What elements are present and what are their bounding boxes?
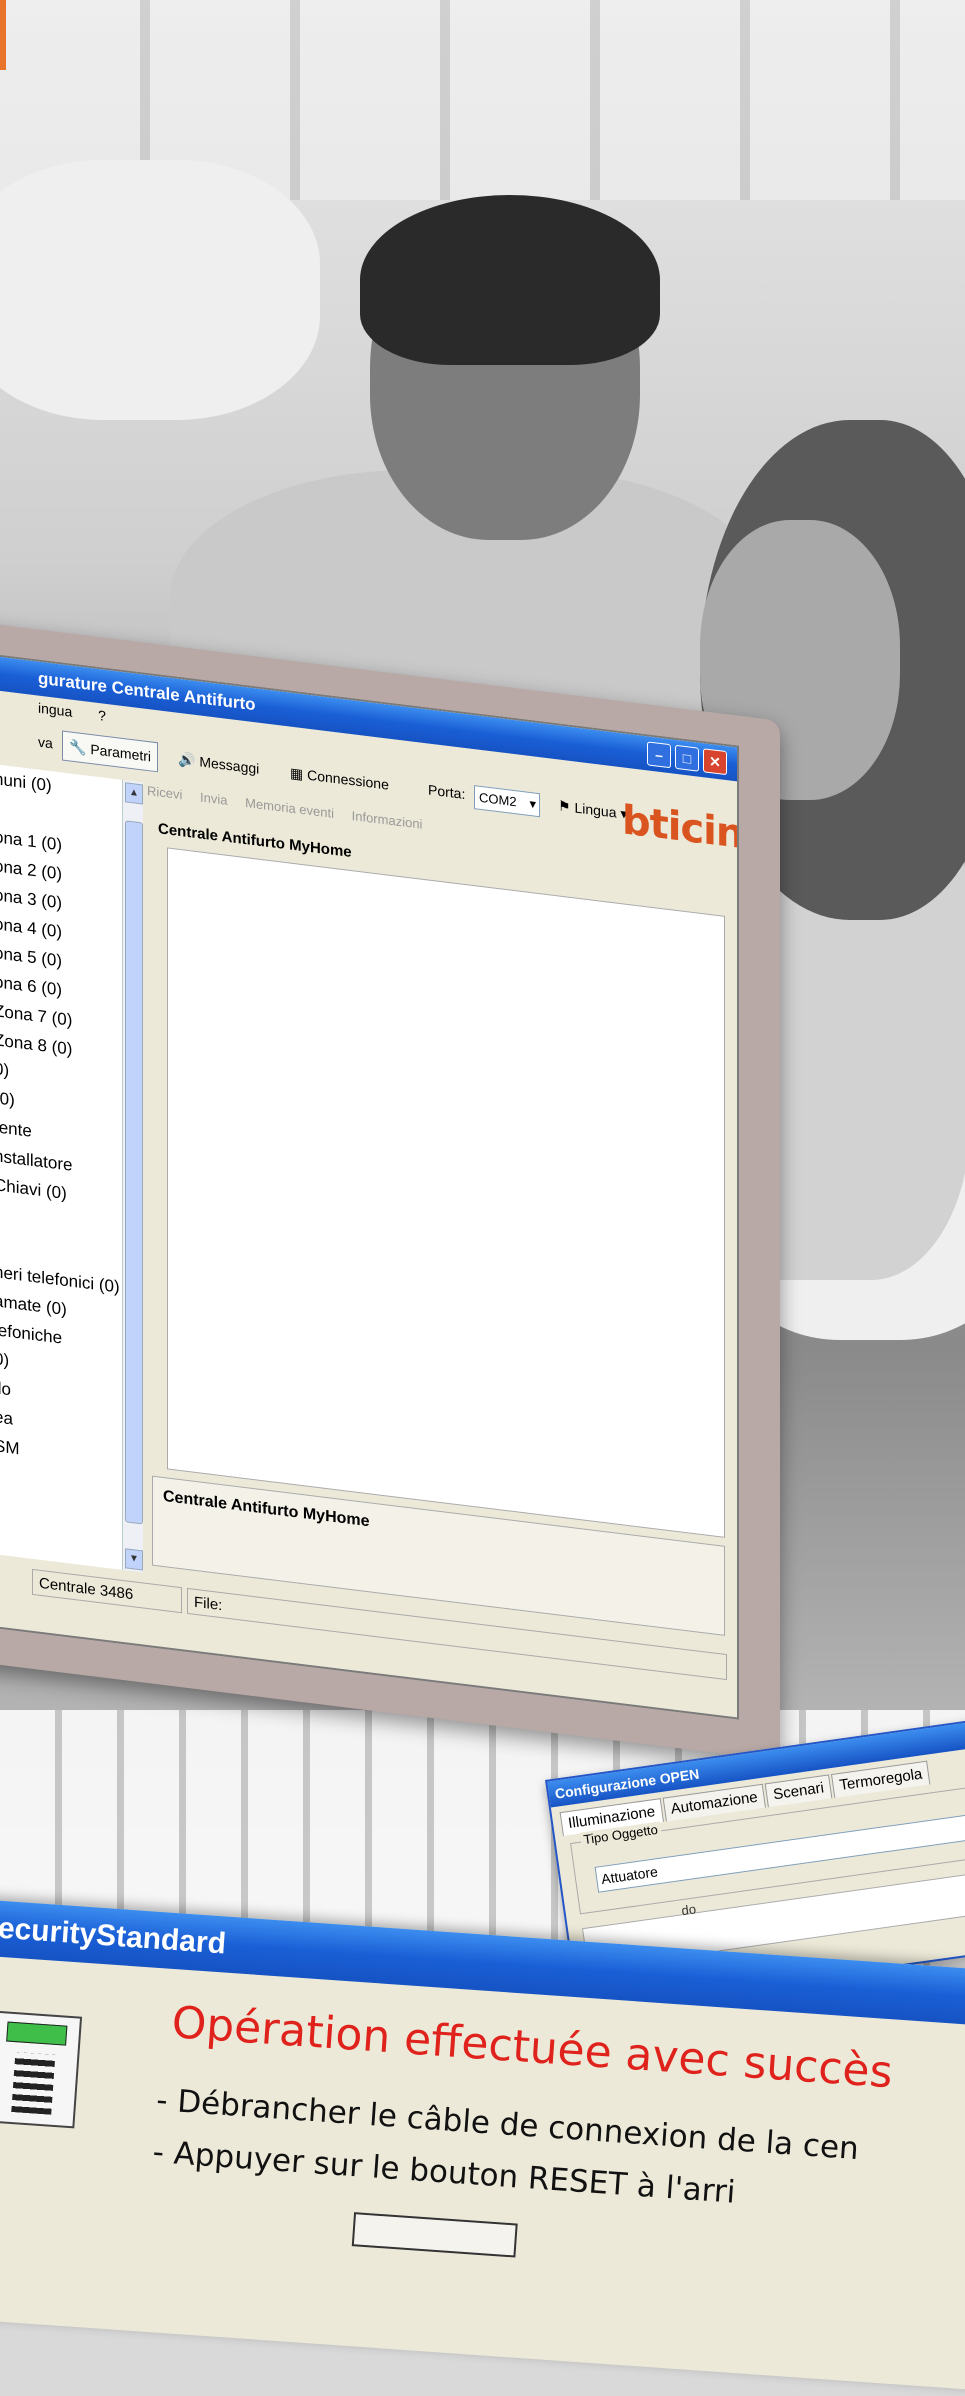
security-standard-window: ecurityStandard Opération effectuée avec… [0, 1900, 965, 2396]
tab-messaggi-label: Messaggi [199, 753, 260, 777]
tab-connessione-label: Connessione [307, 766, 389, 793]
tree-panel: nuni (0))ona 1 (0)ona 2 (0)ona 3 (0)ona … [0, 763, 123, 1571]
tab-termoregolazione[interactable]: Termoregola [830, 1760, 931, 1798]
laptop-bezel: gurature Centrale Antifurto – □ ✕ ingua … [0, 620, 780, 1761]
success-headline: Opération effectuée avec succès [170, 1997, 895, 2099]
speaker-icon: 🔊 [178, 750, 196, 769]
close-button[interactable]: ✕ [703, 748, 727, 776]
menu-lingua[interactable]: ingua [38, 700, 72, 720]
ok-button[interactable] [351, 2212, 518, 2258]
minimize-button[interactable]: – [647, 741, 671, 769]
keypad-display [6, 2021, 68, 2046]
status-centrale: Centrale 3486 [32, 1568, 182, 1614]
menu-help[interactable]: ? [98, 707, 106, 724]
photo-sofa-cushion [0, 160, 320, 420]
second-field-label: do [680, 1901, 697, 1919]
keypad-keys [11, 2052, 56, 2115]
orange-accent-top [0, 0, 6, 70]
dropdown-arrow-icon: ▾ [529, 795, 536, 812]
scroll-thumb[interactable] [125, 820, 143, 1525]
content-panel [167, 847, 725, 1538]
porta-label: Porta: [428, 781, 466, 803]
tab-connessione[interactable]: ▦ Connessione [284, 758, 395, 800]
app-window: gurature Centrale Antifurto – □ ✕ ingua … [0, 653, 739, 1720]
porta-value: COM2 [479, 789, 517, 810]
alarm-keypad-icon [0, 2010, 83, 2129]
maximize-button[interactable]: □ [675, 744, 699, 772]
lingua-label: Lingua [574, 799, 617, 821]
flag-icon: ⚑ [558, 797, 571, 815]
ricevi-button[interactable]: Ricevi [147, 783, 182, 802]
scroll-down-icon[interactable]: ▼ [125, 1548, 143, 1571]
laptop: gurature Centrale Antifurto – □ ✕ ingua … [0, 620, 790, 1802]
tab-messaggi[interactable]: 🔊 Messaggi [172, 744, 265, 783]
photo-man-hair [360, 195, 660, 365]
tool-left-partial[interactable]: va [32, 727, 59, 758]
wrench-icon: 🔧 [69, 738, 87, 757]
invia-button[interactable]: Invia [200, 789, 227, 807]
scroll-up-icon[interactable]: ▲ [125, 782, 143, 805]
informazioni-button[interactable]: Informazioni [352, 808, 423, 832]
tab-parametri[interactable]: 🔧 Parametri [62, 730, 159, 773]
connection-icon: ▦ [290, 764, 304, 783]
tree-scrollbar[interactable]: ▲ ▼ [122, 779, 143, 1573]
tab-parametri-label: Parametri [90, 741, 152, 765]
tab-scenari[interactable]: Scenari [764, 1774, 833, 1808]
porta-select[interactable]: COM2 ▾ [474, 785, 540, 818]
